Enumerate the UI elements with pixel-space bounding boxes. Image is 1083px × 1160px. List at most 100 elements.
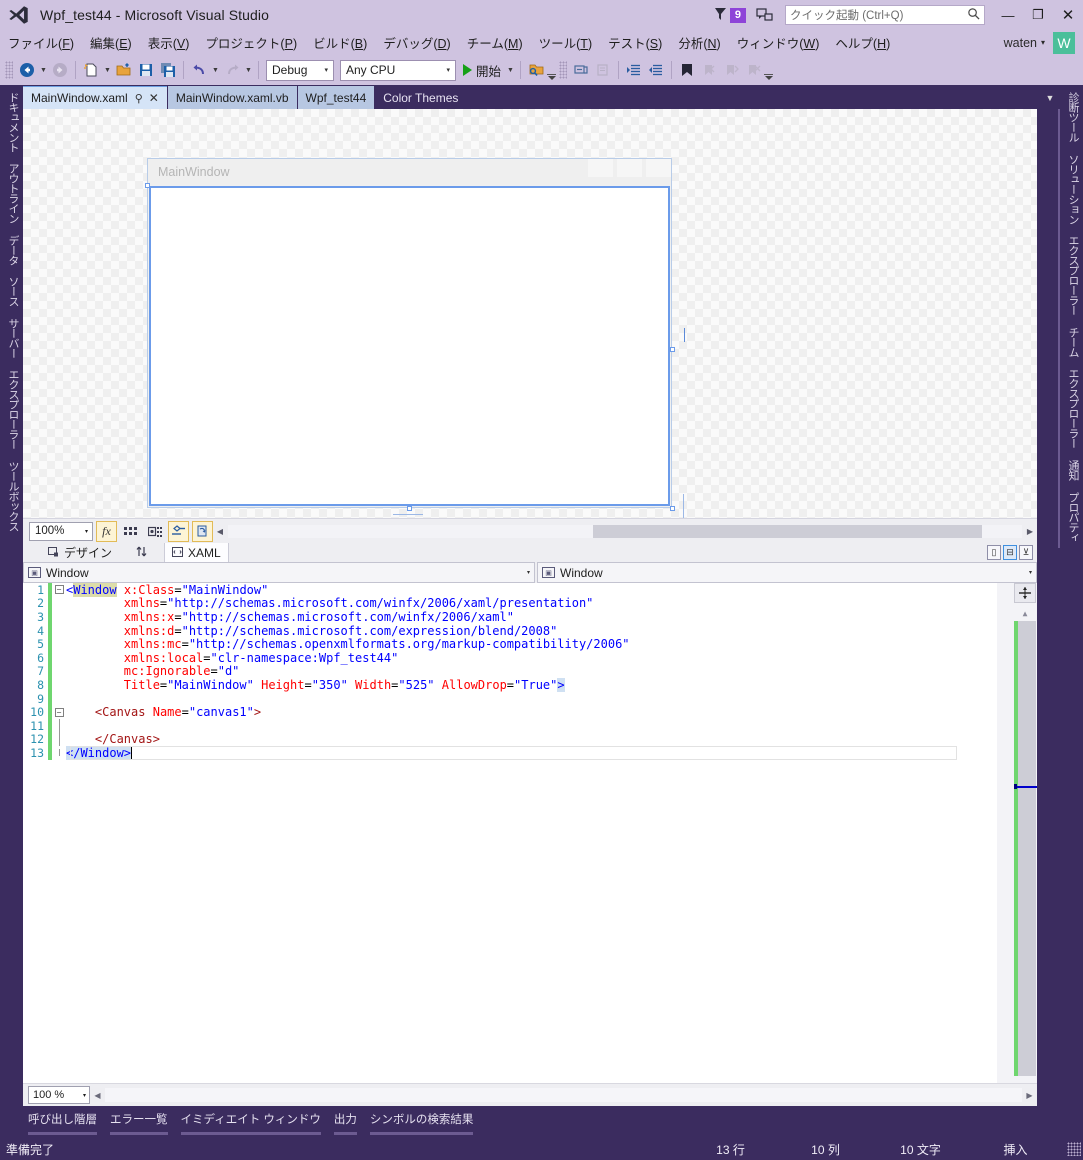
sidebar-item-notifications[interactable]: 通知 [1058,454,1083,486]
designer-zoom-dropdown[interactable]: 100% ▾ [29,521,93,541]
undo-dropdown[interactable]: ▼ [210,59,221,81]
code-text[interactable]: xmlns="http://schemas.microsoft.com/winf… [66,596,594,610]
redo-dropdown[interactable]: ▼ [243,59,254,81]
code-text[interactable]: <Window x:Class="MainWindow" [66,583,268,597]
pin-icon[interactable]: ⚲ [135,92,143,105]
editor-zoom-dropdown[interactable]: 100 % ▾ [28,1086,90,1104]
send-feedback-icon[interactable] [756,7,773,23]
tab-symbol-results[interactable]: シンボルの検索結果 [369,1111,474,1135]
sidebar-item-toolbox[interactable]: ツールボックス [0,455,25,537]
notification-indicator[interactable]: 9 [713,6,746,25]
uncomment-icon[interactable] [592,59,614,81]
code-text[interactable]: </Canvas> [66,732,160,746]
code-line[interactable]: 11 [23,718,997,733]
clear-bookmarks-icon[interactable] [742,59,764,81]
editor-scroll-thumb[interactable] [1018,621,1036,1076]
redo-icon[interactable] [221,59,243,81]
navbar-member-dropdown[interactable]: ▣ Window ▾ [537,562,1037,583]
sidebar-item-data-sources[interactable]: データ ソース [0,229,25,312]
code-text[interactable]: xmlns:mc="http://schemas.openxmlformats.… [66,637,630,651]
indent-icon[interactable] [623,59,645,81]
code-line[interactable]: 3 xmlns:x="http://schemas.microsoft.com/… [23,610,997,624]
toolbar-overflow-button[interactable] [547,58,557,82]
prev-bookmark-icon[interactable] [698,59,720,81]
save-icon[interactable] [135,59,157,81]
outdent-icon[interactable] [645,59,667,81]
new-project-icon[interactable] [80,59,102,81]
sidebar-item-diagnostic-tools[interactable]: 診断ツール [1058,86,1083,148]
tab-color-themes[interactable]: Color Themes [375,86,467,109]
sidebar-item-server-explorer[interactable]: サーバー エクスプローラー [0,312,25,455]
new-project-dropdown[interactable]: ▼ [102,59,113,81]
sidebar-item-solution-explorer[interactable]: ソリューション エクスプローラー [1058,148,1083,321]
avatar[interactable]: W [1053,31,1075,54]
menu-window[interactable]: ウィンドウ(W) [729,31,828,54]
xaml-code-editor[interactable]: 1− <Window x:Class="MainWindow" 2 xmlns="h… [23,583,1037,1083]
resize-handle-top-left[interactable] [145,183,150,188]
code-line[interactable]: 2 xmlns="http://schemas.microsoft.com/wi… [23,596,997,610]
code-line[interactable]: 12 </Canvas> [23,732,997,747]
resize-handle-bottom[interactable] [407,506,412,511]
tab-error-list[interactable]: エラー一覧 [110,1111,168,1135]
canvas1-element[interactable] [149,186,670,506]
code-line[interactable]: 9 [23,692,997,706]
sidebar-item-properties[interactable]: プロパティ [1058,486,1083,548]
tab-call-hierarchy[interactable]: 呼び出し階層 [28,1111,97,1135]
code-line[interactable]: 8 Title="MainWindow" Height="350" Width=… [23,677,997,692]
editor-scroll-left-button[interactable]: ◀ [90,1091,105,1100]
split-editor-icon[interactable] [1014,583,1036,603]
close-icon[interactable]: ✕ [149,91,159,105]
fold-toggle-icon[interactable]: − [52,585,66,595]
comment-icon[interactable] [570,59,592,81]
refresh-designer-button[interactable] [192,520,213,542]
tab-design-view[interactable]: デザイン [41,543,119,562]
design-preview-window[interactable]: MainWindow [145,158,675,511]
code-line[interactable]: 10− <Canvas Name="canvas1"> [23,705,997,719]
code-lines-container[interactable]: 1− <Window x:Class="MainWindow" 2 xmlns="h… [23,583,997,1083]
tab-output[interactable]: 出力 [333,1111,357,1135]
split-vertical-icon[interactable]: ▯ [987,545,1001,560]
navigate-backward-dropdown[interactable]: ▼ [38,59,49,81]
navigate-backward-icon[interactable] [16,59,38,81]
solution-platform-dropdown[interactable]: Any CPU ▾ [340,59,456,81]
snap-toggle-button[interactable] [144,521,165,542]
scroll-up-icon[interactable]: ▲ [1017,607,1033,619]
chevron-down-icon[interactable]: ▾ [1041,38,1045,47]
menu-test[interactable]: テスト(S) [600,31,670,54]
menu-analyze[interactable]: 分析(N) [670,31,728,54]
save-all-icon[interactable] [157,59,179,81]
bookmark-icon[interactable] [676,59,698,81]
code-text[interactable]: xmlns:x="http://schemas.microsoft.com/wi… [66,610,514,624]
maximize-button[interactable]: ❐ [1023,0,1053,30]
account-user-name[interactable]: waten [1004,36,1037,50]
tab-xaml-view[interactable]: XAML [164,543,229,562]
tab-immediate-window[interactable]: イミディエイト ウィンドウ [180,1111,321,1135]
effects-toggle-button[interactable]: fx [96,520,117,542]
xaml-designer-surface[interactable]: MainWindow [23,109,1037,518]
chevron-down-icon[interactable]: ▼ [1040,86,1060,109]
grid-toggle-button[interactable] [120,521,141,542]
menu-view[interactable]: 表示(V) [140,31,198,54]
code-text[interactable]: <Canvas Name="canvas1"> [66,705,261,719]
toolbar-overflow-button-2[interactable] [764,58,774,82]
code-text[interactable]: mc:Ignorable="d" [66,664,240,678]
editor-horizontal-scrollbar[interactable] [105,1088,1022,1102]
toolbar-grip[interactable] [5,61,13,79]
find-in-files-icon[interactable] [525,59,547,81]
code-text[interactable]: xmlns:d="http://schemas.microsoft.com/ex… [66,624,558,638]
tab-wpf-test44[interactable]: Wpf_test44 [297,86,375,109]
menu-team[interactable]: チーム(M) [459,31,531,54]
collapse-pane-icon[interactable]: ⊻ [1019,545,1033,560]
code-text[interactable]: Title="MainWindow" Height="350" Width="5… [66,677,565,692]
code-text[interactable]: xmlns:local="clr-namespace:Wpf_test44" [66,651,399,665]
resize-handle-bottom-right[interactable] [670,506,675,511]
tab-mainwindow-xaml-vb[interactable]: MainWindow.xaml.vb [167,86,297,109]
menu-tools[interactable]: ツール(T) [531,31,601,54]
code-line[interactable]: 4 xmlns:d="http://schemas.microsoft.com/… [23,624,997,638]
code-line[interactable]: 1− <Window x:Class="MainWindow" [23,583,997,597]
open-file-icon[interactable] [113,59,135,81]
editor-scroll-right-button[interactable]: ▶ [1022,1091,1037,1100]
artboard-toggle-button[interactable] [168,520,189,542]
solution-configuration-dropdown[interactable]: Debug ▾ [266,59,334,81]
designer-horizontal-scrollbar[interactable] [228,524,1022,538]
